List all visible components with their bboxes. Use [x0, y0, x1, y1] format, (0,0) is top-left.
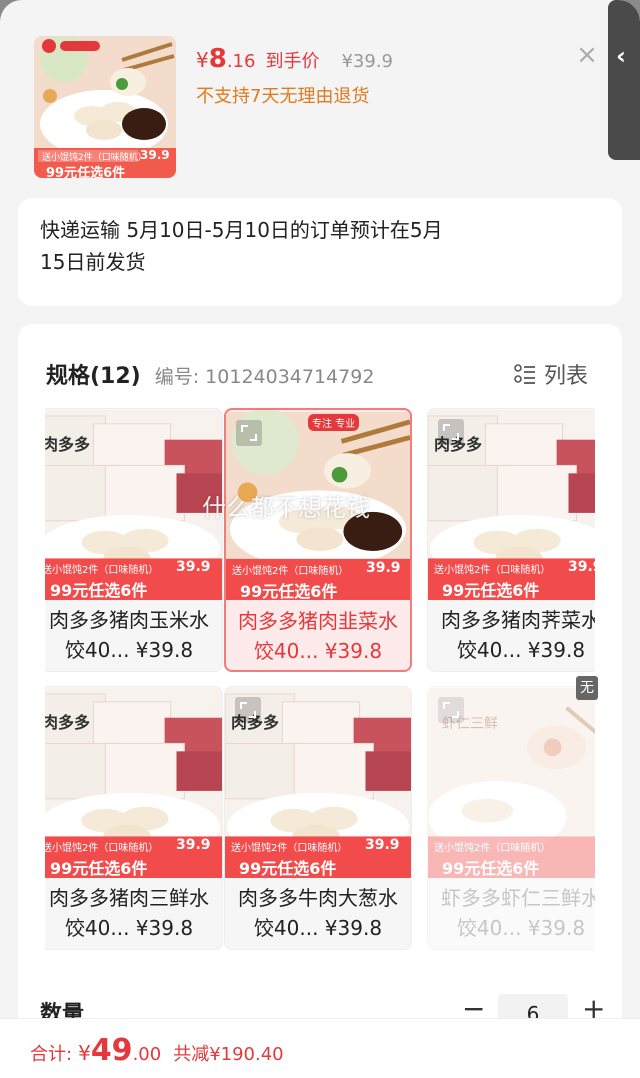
watermark-text: 什么都不想花钱	[202, 494, 370, 522]
spec-header: 规格(12) 编号: 10124034714792	[46, 358, 374, 390]
spec-option-brand: 肉多多	[45, 713, 91, 732]
spec-option-name: 肉多多猪肉玉米水 饺40... ¥39.8	[45, 605, 218, 665]
close-icon: ×	[576, 40, 598, 70]
spec-option-caption: 送小馄饨2件（口味随机）	[231, 843, 348, 854]
spec-option-caption: 送小馄饨2件（口味随机）	[45, 843, 159, 854]
spec-option-price-tag: 39.9	[365, 837, 400, 853]
spec-option-price-tag: 39.9	[176, 837, 211, 853]
spec-option-name-line1: 肉多多猪肉荠菜水	[441, 608, 595, 632]
list-icon	[514, 364, 535, 384]
checkout-bar: 合计: ¥ 49 .00 共减¥190.40	[0, 1018, 640, 1078]
list-view-toggle[interactable]: 列表	[514, 358, 588, 390]
sku-selector-sheet: 送小馄饨2件（口味随机） 39.9 99元任选6件 ¥ 8 .16 到手价 ¥3…	[0, 0, 640, 1078]
spec-option-name-line2: 饺40... ¥39.8	[64, 916, 194, 940]
spec-option-name-line2: 饺40... ¥39.8	[253, 639, 383, 663]
chevron-left-icon: ‹	[616, 42, 626, 70]
spec-option-name-line2: 饺40... ¥39.8	[456, 916, 586, 940]
price-decimal: .16	[226, 51, 256, 72]
spec-title: 规格(12)	[46, 364, 141, 389]
spec-option-price-tag: 39.9	[176, 559, 211, 575]
spec-option-name-line1: 肉多多猪肉韭菜水	[238, 609, 398, 633]
original-price: ¥39.9	[341, 51, 393, 72]
spec-option-price-tag: 39.9	[568, 559, 595, 575]
spec-option-brand: 肉多多	[45, 435, 91, 454]
thumb-banner: 99元任选6件	[46, 166, 126, 178]
thumb-price-tag: 39.9	[140, 148, 170, 162]
spec-option-name: 肉多多牛肉大葱水 饺40... ¥39.8	[229, 883, 407, 943]
spec-card: 规格(12) 编号: 10124034714792 列表 肉多多送小馄饨2件（口…	[18, 324, 622, 1044]
unavailable-badge: 无	[576, 676, 598, 700]
no-return-notice: 不支持7天无理由退货	[196, 86, 370, 107]
spec-option-promo: 99元任选6件	[50, 581, 148, 600]
total-currency: ¥	[78, 1041, 91, 1065]
price-integer: 8	[208, 44, 227, 74]
shipping-line-1: 快递运输 5月10日-5月10日的订单预计在5月	[40, 218, 443, 242]
spec-option-promo: 99元任选6件	[239, 859, 337, 878]
product-thumbnail[interactable]: 送小馄饨2件（口味随机） 39.9 99元任选6件	[34, 36, 176, 178]
expand-icon[interactable]	[438, 419, 464, 445]
spec-option[interactable]: 肉多多送小馄饨2件（口味随机） 39.9 99元任选6件肉多多猪肉三鲜水 饺40...…	[45, 686, 223, 950]
spec-option-brand: 专注 专业	[308, 414, 360, 431]
total-decimal: .00	[132, 1044, 162, 1065]
expand-icon[interactable]	[235, 697, 261, 723]
spec-option-price-tag: 39.9	[366, 560, 401, 576]
shipping-info-card: 快递运输 5月10日-5月10日的订单预计在5月 15日前发货	[18, 198, 622, 306]
shipping-line-2: 15日前发货	[40, 250, 146, 274]
spec-option-caption: 送小馄饨2件（口味随机）	[45, 565, 159, 576]
spec-option-caption: 送小馄饨2件（口味随机）	[434, 843, 551, 854]
side-collapse-tab[interactable]: ‹	[608, 0, 640, 160]
spec-option-name: 肉多多猪肉三鲜水 饺40... ¥39.8	[45, 883, 218, 943]
expand-icon[interactable]	[236, 420, 262, 446]
spec-option-name-line1: 虾多多虾仁三鲜水	[441, 886, 595, 910]
price-label: 到手价	[265, 51, 320, 72]
spec-option[interactable]: 肉多多送小馄饨2件（口味随机）39.999元任选6件肉多多猪肉荠菜水饺40...…	[427, 408, 595, 672]
close-button[interactable]: ×	[572, 40, 602, 70]
spec-option-promo: 99元任选6件	[50, 859, 148, 878]
spec-option-caption: 送小馄饨2件（口味随机）	[434, 565, 551, 576]
price-row: ¥ 8 .16 到手价 ¥39.9	[196, 44, 393, 74]
spec-option-promo: 99元任选6件	[240, 582, 338, 601]
list-label: 列表	[544, 364, 589, 389]
spec-option[interactable]: 肉多多送小馄饨2件（口味随机）39.999元任选6件肉多多牛肉大葱水饺40...…	[224, 686, 412, 950]
total-label: 合计:	[30, 1044, 73, 1065]
spec-option-name-line1: 肉多多牛肉大葱水	[238, 886, 398, 910]
expand-icon[interactable]	[438, 697, 464, 723]
spec-option: 虾仁三鲜 送小馄饨2件（口味随机） 99元任选6件 虾多多虾仁三鲜水 饺40... ¥3…	[427, 686, 595, 950]
total-discount: 共减¥190.40	[173, 1044, 284, 1065]
spec-option-name: 肉多多猪肉荠菜水 饺40... ¥39.8	[432, 605, 595, 665]
price-currency: ¥	[196, 48, 209, 72]
spec-option[interactable]: 肉多多送小馄饨2件（口味随机） 39.9 99元任选6件肉多多猪肉玉米水 饺40...…	[45, 408, 223, 672]
spec-option[interactable]: 专注 专业送小馄饨2件（口味随机） 39.9 99元任选6件肉多多猪肉韭菜水 饺40.…	[224, 408, 412, 672]
spec-option-name-line1: 肉多多猪肉三鲜水	[49, 886, 209, 910]
product-header: 送小馄饨2件（口味随机） 39.9 99元任选6件 ¥ 8 .16 到手价 ¥3…	[0, 0, 640, 190]
spec-option-name-line2: 饺40... ¥39.8	[456, 638, 586, 662]
total-integer: 49	[90, 1033, 133, 1068]
spec-option-name-line2: 饺40... ¥39.8	[253, 916, 383, 940]
spec-option-name: 虾多多虾仁三鲜水 饺40... ¥39.8	[432, 883, 595, 943]
spec-option-caption: 送小馄饨2件（口味随机）	[232, 566, 349, 577]
spec-option-name: 肉多多猪肉韭菜水 饺40... ¥39.8	[230, 606, 406, 666]
spec-option-promo: 99元任选6件	[442, 859, 540, 878]
spec-option-name-line1: 肉多多猪肉玉米水	[49, 608, 209, 632]
spec-option-name-line2: 饺40... ¥39.8	[64, 638, 194, 662]
spec-option-promo: 99元任选6件	[442, 581, 540, 600]
product-code: 编号: 10124034714792	[154, 366, 375, 388]
